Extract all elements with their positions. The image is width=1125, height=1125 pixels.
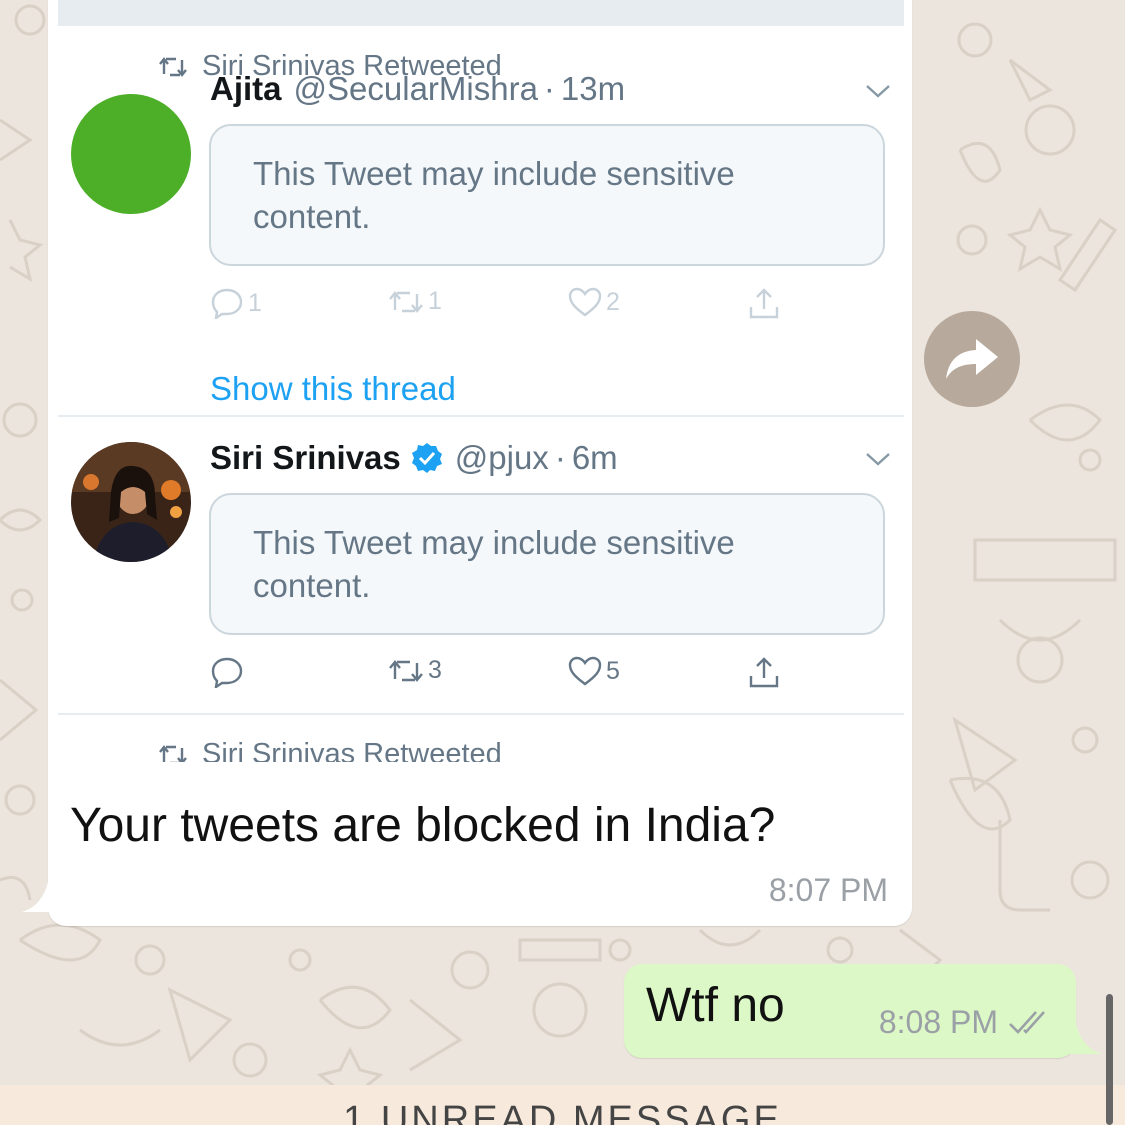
message-time: 8:07 PM <box>768 872 888 908</box>
chevron-down-icon <box>866 453 890 466</box>
message-meta: 8:08 PM <box>879 1004 1056 1041</box>
avatar-siri-srinivas <box>71 442 191 562</box>
unread-messages-label: 1 UNREAD MESSAGE <box>343 1099 782 1125</box>
scrollbar-thumb[interactable] <box>1106 994 1113 1125</box>
forward-button[interactable] <box>924 311 1020 407</box>
author-handle: @pjux <box>454 439 549 476</box>
incoming-message-bubble[interactable]: Siri Srinivas Retweeted Ajita @SecularMi… <box>22 0 912 926</box>
like-action: 5 <box>568 656 620 686</box>
reply-icon <box>211 657 243 688</box>
show-thread-link: Show this thread <box>210 370 456 407</box>
message-text: Your tweets are blocked in India? <box>70 799 776 852</box>
tweet-header: Ajita @SecularMishra · 13m <box>210 70 625 108</box>
retweet-count: 3 <box>428 656 442 684</box>
author-name: Siri Srinivas <box>210 439 401 476</box>
outgoing-message-bubble[interactable]: Wtf no 8:08 PM <box>624 964 1102 1058</box>
heart-icon <box>568 656 602 686</box>
verified-badge-icon <box>411 442 443 474</box>
sensitive-content-notice: This Tweet may include sensitive content… <box>209 124 885 266</box>
bubble-tail <box>1062 1024 1102 1054</box>
tweet-divider <box>58 713 904 715</box>
double-check-icon <box>1009 1010 1045 1034</box>
share-action <box>747 287 781 321</box>
separator-dot: · <box>543 70 555 107</box>
reply-count: 1 <box>248 288 262 317</box>
like-count: 5 <box>606 656 620 685</box>
tweet-screenshot-image[interactable]: Siri Srinivas Retweeted Ajita @SecularMi… <box>58 0 904 762</box>
retweet-label: Siri Srinivas Retweeted <box>202 738 502 762</box>
tweet-actions: 3 5 <box>210 656 886 696</box>
retweet-icon <box>389 659 423 682</box>
heart-icon <box>568 287 602 317</box>
author-handle: @SecularMishra <box>293 70 538 107</box>
share-action <box>747 656 781 690</box>
reply-action: 1 <box>210 287 262 319</box>
chevron-down-icon <box>866 85 890 98</box>
message-text: Wtf no <box>646 979 785 1032</box>
reply-icon <box>211 288 243 319</box>
screenshot-top-bar <box>58 0 904 26</box>
retweet-icon <box>389 290 423 313</box>
share-icon <box>749 657 779 688</box>
tweet-header: Siri Srinivas @pjux · 6m <box>210 439 618 477</box>
retweet-icon <box>159 56 187 77</box>
tweet-age: 13m <box>560 70 626 107</box>
tweet-divider <box>58 415 904 417</box>
avatar-ajita <box>71 94 191 214</box>
retweet-count: 1 <box>428 287 442 315</box>
bubble-tail <box>22 882 62 912</box>
retweet-icon <box>159 744 187 762</box>
unread-messages-banner: 1 UNREAD MESSAGE <box>0 1085 1125 1125</box>
share-icon <box>749 288 779 319</box>
retweet-action: 1 <box>388 287 442 316</box>
reply-action <box>210 656 248 688</box>
like-action: 2 <box>568 287 620 317</box>
sensitive-content-notice: This Tweet may include sensitive content… <box>209 493 885 635</box>
separator-dot: · <box>554 439 566 476</box>
author-name: Ajita <box>210 70 282 107</box>
retweet-action: 3 <box>388 656 442 685</box>
forward-arrow-icon <box>946 339 998 379</box>
message-time: 8:08 PM <box>878 1004 998 1040</box>
tweet-actions: 1 1 2 <box>210 287 886 327</box>
tweet-age: 6m <box>571 439 618 476</box>
like-count: 2 <box>606 287 620 316</box>
retweet-indicator: Siri Srinivas Retweeted <box>158 738 502 762</box>
